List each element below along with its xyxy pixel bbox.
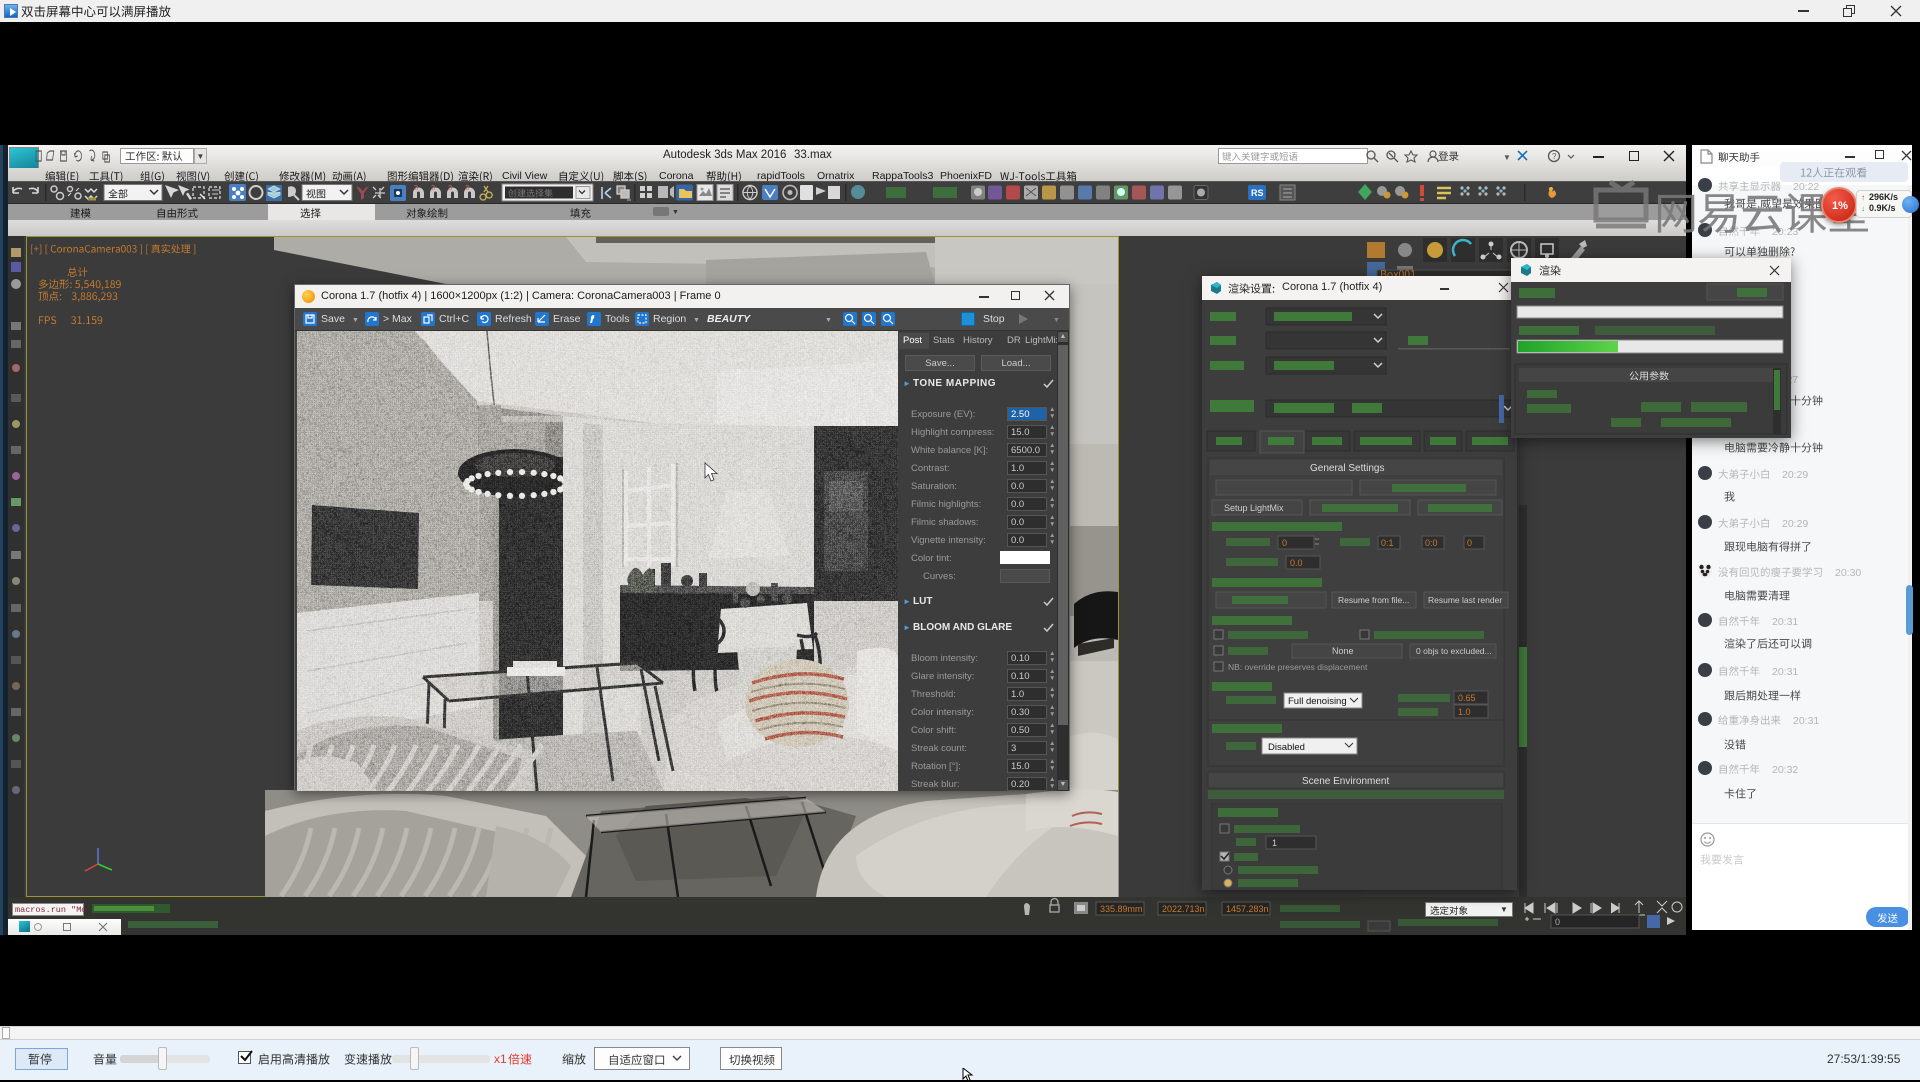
svg-text:RS: RS (1251, 188, 1264, 198)
svg-text:0: 0 (1282, 538, 1287, 548)
svg-text:General Settings: General Settings (1310, 463, 1385, 474)
svg-text:335.89mm: 335.89mm (1100, 904, 1143, 914)
svg-text:0: 0 (1467, 538, 1472, 548)
svg-text:2022.713n: 2022.713n (1162, 904, 1205, 914)
svg-text:Setup LightMix: Setup LightMix (1224, 503, 1284, 513)
svg-text:0 objs to excluded...: 0 objs to excluded... (1416, 646, 1492, 656)
svg-text:0:1: 0:1 (1381, 538, 1394, 548)
svg-text:Resume last render: Resume last render (1428, 595, 1502, 605)
svg-text:0:0: 0:0 (1425, 538, 1438, 548)
svg-text:1.0: 1.0 (1458, 707, 1471, 717)
svg-text:1: 1 (1272, 838, 1277, 848)
svg-text:0: 0 (1555, 917, 1560, 927)
svg-text:1457.283n: 1457.283n (1226, 904, 1269, 914)
svg-text:0.65: 0.65 (1458, 693, 1476, 703)
svg-text:0.0: 0.0 (1290, 558, 1303, 568)
svg-text:?: ? (1552, 152, 1557, 161)
svg-text:Scene Environment: Scene Environment (1302, 776, 1389, 787)
svg-text:None: None (1332, 646, 1354, 656)
svg-text:Full denoising: Full denoising (1288, 696, 1347, 707)
svg-text:NB: override preserves displac: NB: override preserves displacement (1228, 662, 1368, 672)
svg-text:Disabled: Disabled (1268, 742, 1305, 753)
svg-text:Resume from file...: Resume from file... (1338, 595, 1409, 605)
